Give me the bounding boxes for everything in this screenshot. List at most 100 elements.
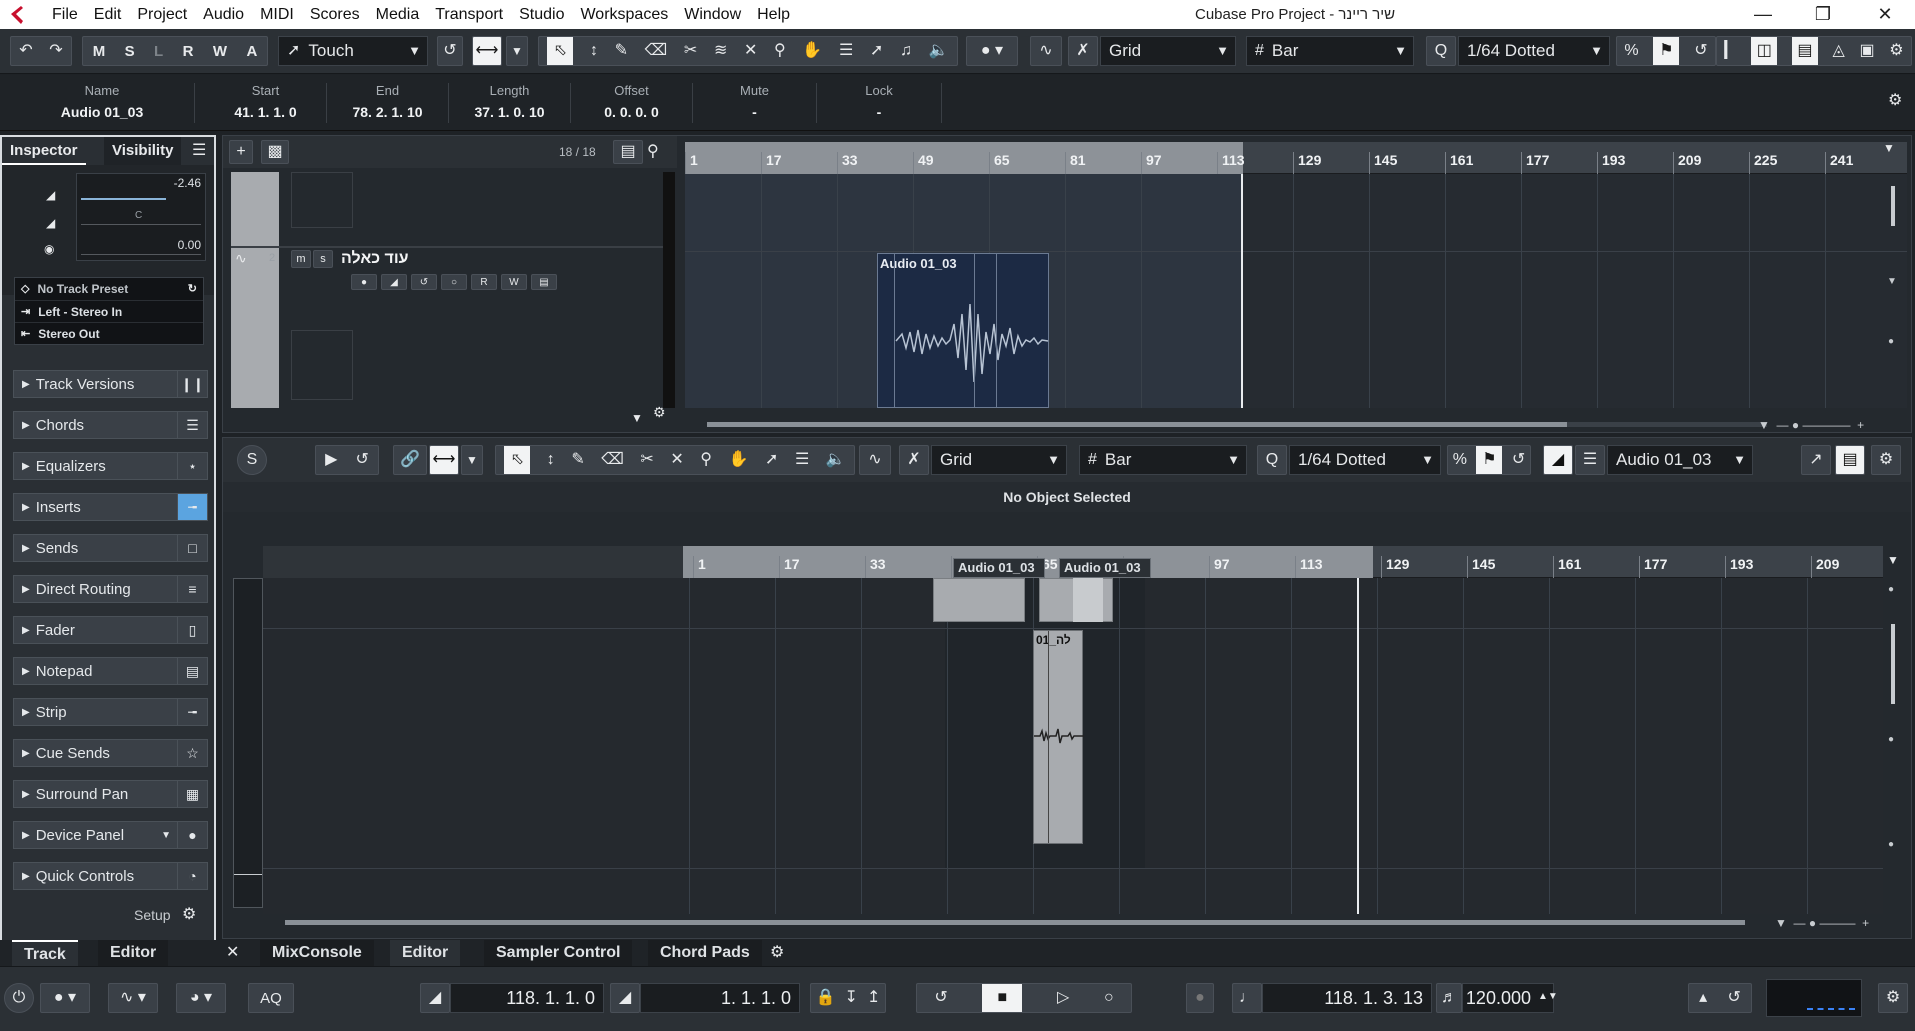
menu-icon[interactable]: ☰ [192,137,206,165]
lanes-button[interactable]: ▤ [531,274,557,290]
menu-midi[interactable]: MIDI [252,0,302,29]
tab-left-editor[interactable]: Editor [98,940,169,966]
track-mute-button[interactable]: m [291,250,311,268]
info-mute-value[interactable]: - [693,104,816,120]
menu-workspaces[interactable]: Workspaces [572,0,676,29]
right-zone-icon[interactable]: ◬ [1833,37,1845,65]
inspector-zone-icon[interactable]: ◫ [1751,37,1778,65]
constrain-delay-button[interactable]: ⟷ [472,36,502,66]
editor-quantize-button[interactable]: Q [1257,445,1287,475]
editor-nudge-dropdown[interactable]: ▼ [461,445,483,475]
search-icon[interactable]: ⚲ [647,138,659,166]
left-zone-icon[interactable]: ▎ [1724,37,1736,65]
object-selection-tool-icon[interactable]: ⬁ [547,37,574,65]
loop-icon[interactable]: ↺ [356,446,369,474]
range-selection-tool-icon[interactable]: ↕ [590,37,598,65]
mute-all-button[interactable]: M [93,43,106,60]
track-list-scrollbar[interactable] [663,172,675,408]
section-direct-routing[interactable]: ▶ Direct Routing ≡ [13,575,208,603]
editor-sub-event[interactable]: 01_לה [1033,630,1084,844]
zoom-handle-icon[interactable]: ● [1888,839,1894,850]
editor-event-block[interactable] [933,578,1025,622]
section-surround-pan[interactable]: ▶ Surround Pan ▦ [13,780,208,808]
left-locator-value[interactable]: 118. 1. 1. 0 [450,983,604,1013]
grid-type-select[interactable]: # Bar ▼ [1246,36,1414,66]
write-automation-button[interactable]: W [501,274,527,290]
tab-track[interactable]: Track [12,940,78,966]
menu-file[interactable]: File [44,0,86,29]
menu-transport[interactable]: Transport [427,0,511,29]
menu-scores[interactable]: Scores [302,0,368,29]
nudge-dropdown[interactable]: ▼ [506,36,528,66]
draw-tool-icon[interactable]: ✎ [571,446,584,474]
editor-vertical-zoom[interactable]: ● ● ● [1887,584,1899,904]
editor-layout-button[interactable]: ▤ [1835,445,1865,475]
record-enable-button[interactable]: ● [351,274,377,290]
editor-snap-type-select[interactable]: Grid ▼ [931,445,1067,475]
ruler-options-icon[interactable]: ▼ [1887,546,1899,574]
info-lock[interactable]: Lock - [817,83,942,123]
open-in-window-button[interactable]: ↗ [1801,445,1831,475]
info-start-value[interactable]: 41. 1. 1. 0 [205,104,326,120]
iterative-quantize-icon[interactable]: ⚑ [1653,37,1680,65]
editor-lanes-button[interactable]: ☰ [1575,445,1605,475]
time-warp-tool-icon[interactable]: ➚ [765,446,778,474]
window-layout-icon[interactable]: ▣ [1860,37,1875,65]
marker-icon[interactable]: ↧ [845,984,858,1012]
project-event-display[interactable]: Audio 01_03 [685,174,1907,408]
menu-help[interactable]: Help [749,0,798,29]
add-track-button[interactable]: + [229,140,253,164]
zoom-handle-icon[interactable]: ● [1888,336,1894,347]
editor-bracket-button[interactable]: ◢ [1543,445,1573,475]
menu-studio[interactable]: Studio [511,0,572,29]
monitor-button[interactable]: ◢ [381,274,407,290]
input-routing-row[interactable]: ⇥ Left - Stereo In [15,300,203,322]
info-end-value[interactable]: 78. 2. 1. 10 [327,104,448,120]
close-button[interactable]: ✕ [1862,0,1908,29]
zoom-handle-icon[interactable]: ● [1888,734,1894,745]
info-name-value[interactable]: Audio 01_03 [10,104,194,120]
metronome-sync-button[interactable]: ● [1186,983,1214,1013]
position-format-button[interactable]: ♩ [1232,983,1262,1013]
editor-cursor[interactable] [1357,578,1359,914]
play-tool-icon[interactable]: ♫ [900,37,912,65]
split-tool-icon[interactable]: ✂ [640,446,653,474]
close-icon[interactable]: ✕ [226,939,239,967]
punch-button[interactable]: ◕ ▾ [176,983,226,1013]
info-end[interactable]: End 78. 2. 1. 10 [327,83,449,123]
project-cursor[interactable] [1241,174,1243,408]
erase-tool-icon[interactable]: ⌫ [601,446,624,474]
read-all-button[interactable]: A [246,43,257,60]
stop-icon[interactable]: ■ [982,984,1023,1012]
project-ruler[interactable]: 1 17 33 49 65 81 97 113 129 145 161 177 … [685,142,1907,174]
marker-up-icon[interactable]: ↥ [867,984,880,1012]
output-routing-row[interactable]: ⇤ Stereo Out [15,322,203,344]
section-sends[interactable]: ▶ Sends □ [13,534,208,562]
auto-scroll-button[interactable]: ↺ [437,36,463,66]
tab-editor[interactable]: Editor [390,940,461,966]
section-device-panel[interactable]: ▶ Device Panel ▼ ● [13,821,208,849]
undo-icon[interactable]: ↶ [19,37,32,65]
editor-event-display[interactable]: 01_לה [263,578,1883,914]
listen-all-button[interactable]: L [154,43,163,60]
fader-display[interactable]: -2.46 C 0.00 [76,173,206,261]
zoom-tool-icon[interactable]: ⚲ [774,37,786,65]
project-horizontal-zoom[interactable]: ▼ — ● ———— + [1758,418,1898,432]
range-selection-tool-icon[interactable]: ↕ [547,446,555,474]
snap-toggle[interactable]: ∿ [1030,36,1062,66]
project-vertical-zoom[interactable]: ▼ ● [1887,176,1899,406]
project-horizontal-scrollbar[interactable] [707,422,1767,427]
menu-window[interactable]: Window [676,0,749,29]
editor-ruler[interactable]: 1 17 33 49 65 81 97 113 129 145 161 177 … [263,546,1883,578]
redo-icon[interactable]: ↷ [49,37,62,65]
editor-nudge-button[interactable]: ⟷ [429,445,459,475]
percent-icon[interactable]: % [1453,446,1467,474]
metronome-icon[interactable]: ▴ [1699,984,1707,1012]
section-notepad[interactable]: ▶ Notepad ▤ [13,657,208,685]
mute-tool-icon[interactable]: ✕ [670,446,683,474]
section-quick-controls[interactable]: ▶ Quick Controls ◔ [13,862,208,890]
speaker-tool-icon[interactable]: 🔈 [826,446,846,474]
setup-label[interactable]: Setup [134,907,171,923]
track-preset-row[interactable]: ◇ No Track Preset ↻ [15,278,203,300]
info-length-value[interactable]: 37. 1. 0. 10 [449,104,570,120]
